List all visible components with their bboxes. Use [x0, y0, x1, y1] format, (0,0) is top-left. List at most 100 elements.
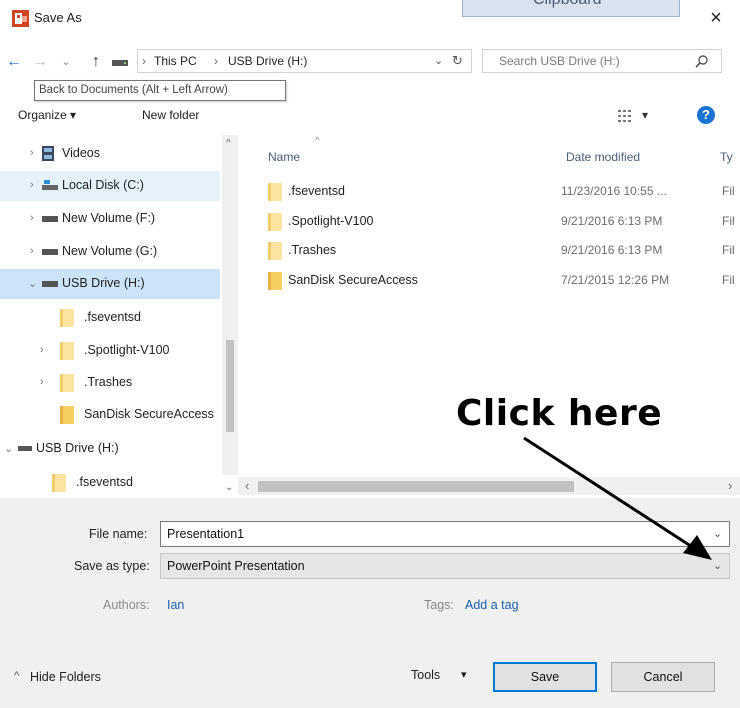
expand-icon[interactable]: ›	[40, 344, 44, 356]
drive-icon	[42, 216, 58, 222]
tree-item-usb-drive-h[interactable]: ⌄ USB Drive (H:)	[0, 269, 220, 299]
folder-icon	[268, 242, 282, 260]
refresh-icon[interactable]: ↻	[452, 53, 463, 69]
powerpoint-app-icon	[12, 10, 29, 27]
videos-icon	[42, 146, 54, 161]
drive-icon	[42, 249, 58, 255]
file-row[interactable]: .fseventsd 11/23/2016 10:55 ... Fil	[258, 178, 740, 206]
tree-item-fseventsd-2[interactable]: .fseventsd	[0, 470, 220, 500]
tree-scroll-thumb[interactable]	[226, 340, 234, 432]
search-input[interactable]: Search USB Drive (H:)	[482, 49, 722, 73]
scroll-right-button[interactable]: ›	[728, 478, 732, 493]
file-name: SanDisk SecureAccess	[288, 273, 418, 287]
expand-icon[interactable]: ›	[30, 179, 34, 191]
file-type: Fil	[722, 184, 735, 198]
column-header-type[interactable]: Ty	[720, 150, 733, 164]
file-row[interactable]: SanDisk SecureAccess 7/21/2015 12:26 PM …	[258, 267, 740, 295]
expand-icon[interactable]: ›	[30, 212, 34, 224]
change-view-button[interactable]: ▾	[618, 106, 658, 126]
tree-item-fseventsd[interactable]: .fseventsd	[0, 303, 220, 333]
breadcrumb-usb-drive[interactable]: USB Drive (H:)	[228, 54, 307, 68]
file-name: .Spotlight-V100	[288, 214, 374, 228]
authors-label: Authors:	[103, 598, 150, 612]
folder-icon	[52, 474, 66, 492]
tree-item-spotlight[interactable]: › .Spotlight-V100	[0, 336, 220, 366]
hide-folders-label: Hide Folders	[30, 670, 101, 684]
chevron-up-icon: ^	[14, 670, 20, 682]
forward-button[interactable]: →	[30, 52, 50, 72]
tree-item-label: New Volume (G:)	[62, 244, 158, 258]
tree-scroll-down[interactable]: ⌄	[225, 482, 233, 493]
file-name-label: File name:	[89, 527, 148, 541]
file-name: .Trashes	[288, 243, 337, 257]
navigation-pane: › Videos › Local Disk (C:) › New Volume …	[0, 135, 238, 475]
file-row[interactable]: .Trashes 9/21/2016 6:13 PM Fil	[258, 237, 740, 265]
tooltip-text: Back to Documents (Alt + Left Arrow)	[39, 84, 228, 96]
address-dropdown-button[interactable]: ⌄	[434, 54, 443, 67]
close-button[interactable]: ×	[704, 6, 728, 30]
cancel-button[interactable]: Cancel	[611, 662, 715, 692]
scroll-left-button[interactable]: ‹	[245, 478, 249, 493]
chevron-down-icon[interactable]: ⌄	[713, 559, 722, 572]
folder-icon	[60, 309, 74, 327]
background-ribbon-tab: Clipboard	[462, 0, 680, 17]
file-row[interactable]: .Spotlight-V100 9/21/2016 6:13 PM Fil	[258, 208, 740, 236]
file-date: 9/21/2016 6:13 PM	[561, 214, 663, 228]
tree-scroll-up[interactable]: ^	[226, 138, 231, 149]
tree-item-new-volume-g[interactable]: › New Volume (G:)	[0, 237, 220, 267]
expand-icon[interactable]: ›	[40, 376, 44, 388]
file-name-value: Presentation1	[167, 527, 245, 541]
background-ribbon-label: Clipboard	[533, 0, 601, 9]
file-type: Fil	[722, 214, 735, 228]
drive-icon	[112, 58, 128, 66]
back-button[interactable]: ←	[4, 52, 24, 72]
collapse-icon[interactable]: ⌄	[4, 442, 13, 455]
back-tooltip: Back to Documents (Alt + Left Arrow)	[34, 80, 286, 101]
tree-item-label: .fseventsd	[76, 475, 133, 489]
tree-item-videos[interactable]: › Videos	[0, 139, 220, 169]
tree-item-local-disk-c[interactable]: › Local Disk (C:)	[0, 171, 220, 201]
tools-menu[interactable]: Tools ▾	[411, 666, 475, 686]
tree-item-sandisk[interactable]: SanDisk SecureAccess	[0, 400, 220, 430]
column-header-date[interactable]: Date modified	[566, 150, 640, 164]
tree-item-label: Videos	[62, 146, 100, 160]
authors-value[interactable]: Ian	[167, 598, 184, 612]
column-header-name[interactable]: Name	[268, 150, 300, 164]
usb-drive-icon	[42, 281, 58, 287]
file-name-field[interactable]: Presentation1 ⌄	[160, 521, 730, 547]
tree-item-usb-drive-h-2[interactable]: ⌄ USB Drive (H:)	[0, 434, 220, 464]
file-date: 11/23/2016 10:55 ...	[561, 184, 667, 198]
tree-item-label: New Volume (F:)	[62, 211, 156, 225]
add-tag-link[interactable]: Add a tag	[465, 598, 519, 612]
expand-icon[interactable]: ›	[30, 147, 34, 159]
help-button[interactable]: ?	[697, 106, 715, 124]
recent-locations-button[interactable]: ⌄	[56, 52, 76, 72]
window-title: Save As	[34, 10, 82, 25]
up-button[interactable]: ↑	[86, 52, 106, 72]
tree-item-new-volume-f[interactable]: › New Volume (F:)	[0, 204, 220, 234]
breadcrumb-separator: ›	[214, 54, 218, 68]
hide-folders-button[interactable]: ^ Hide Folders	[14, 670, 134, 688]
save-type-label: Save as type:	[74, 559, 150, 573]
save-button[interactable]: Save	[493, 662, 597, 692]
folder-icon	[60, 342, 74, 360]
search-icon	[695, 54, 709, 68]
tree-item-label: SanDisk SecureAccess	[84, 407, 214, 421]
expand-icon[interactable]: ›	[30, 245, 34, 257]
sort-indicator-icon: ^	[315, 136, 320, 147]
file-date: 7/21/2015 12:26 PM	[561, 273, 670, 287]
file-list-scroll-thumb[interactable]	[258, 481, 574, 492]
folder-icon	[60, 374, 74, 392]
save-type-value: PowerPoint Presentation	[167, 559, 305, 573]
new-folder-button[interactable]: New folder	[142, 108, 199, 122]
folder-icon	[268, 272, 282, 290]
collapse-icon[interactable]: ⌄	[28, 277, 37, 290]
tree-item-trashes[interactable]: › .Trashes	[0, 368, 220, 398]
address-bar[interactable]: › This PC › USB Drive (H:) ⌄ ↻	[137, 49, 472, 73]
tools-caret-icon: ▾	[461, 669, 467, 681]
file-name-dropdown-icon[interactable]: ⌄	[713, 527, 722, 540]
folder-icon	[60, 406, 74, 424]
save-as-type-select[interactable]: PowerPoint Presentation ⌄	[160, 553, 730, 579]
organize-menu[interactable]: Organize ▾	[18, 108, 76, 122]
breadcrumb-this-pc[interactable]: This PC	[154, 54, 197, 68]
